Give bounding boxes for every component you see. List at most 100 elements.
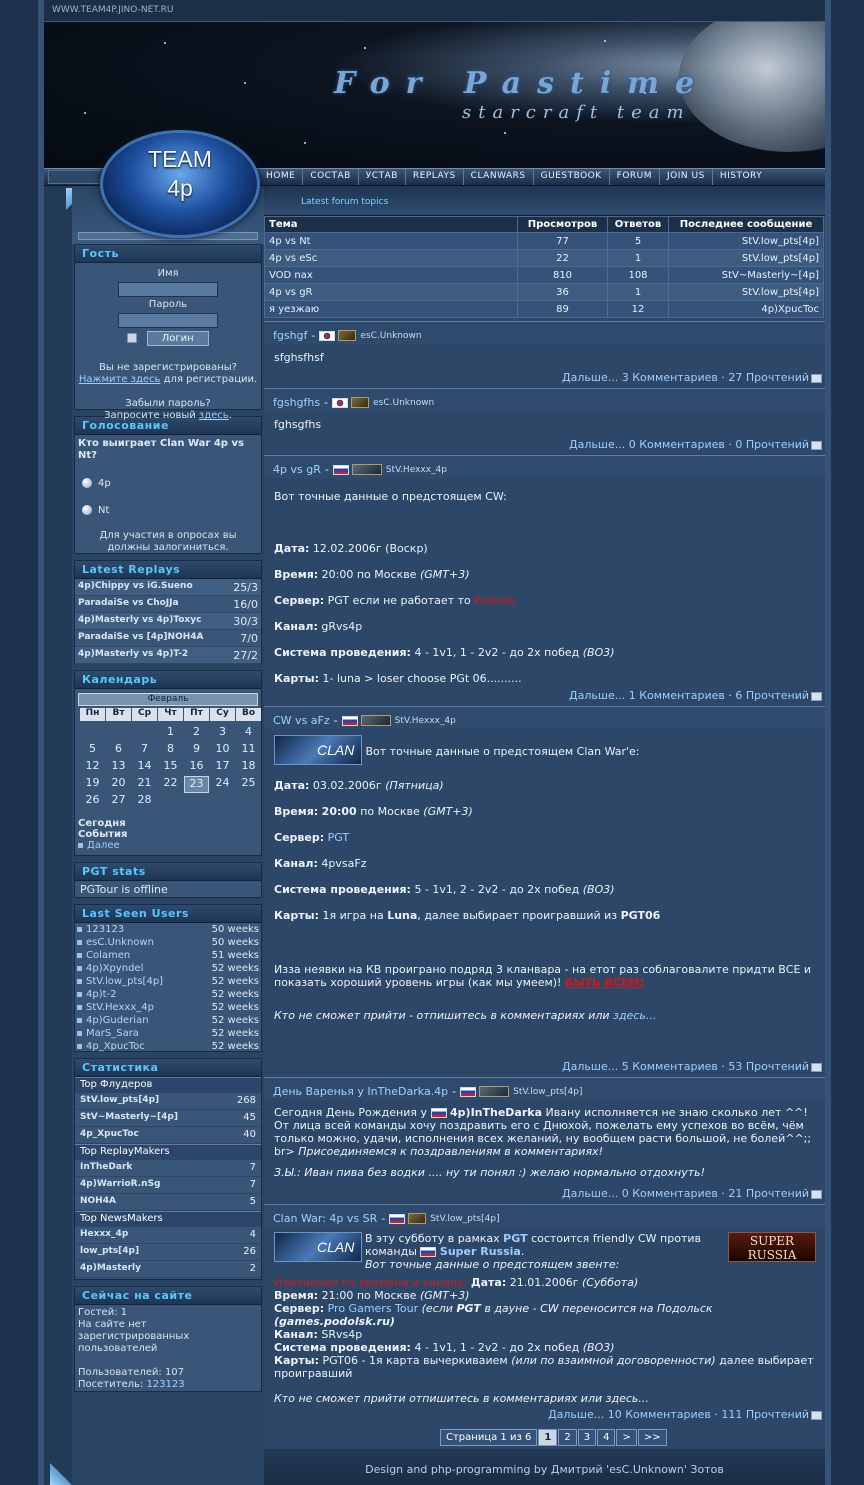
username-field[interactable] [118,282,218,297]
stat-name[interactable]: 4p)Masterly [80,1263,141,1277]
register-link[interactable]: Нажмите здесь [79,374,161,385]
nav-item-replays[interactable]: REPLAYS [404,169,463,185]
last-seen-user[interactable]: 4p)Guderian [77,1015,149,1028]
stat-name[interactable]: StV~Masterly~[4p] [80,1112,178,1126]
forum-topic-row[interactable]: я уезжаю 89 12 4p)XpucToc [264,300,824,318]
calendar-day[interactable]: 15 [158,759,183,776]
calendar-day[interactable]: 21 [132,776,157,793]
stat-name[interactable]: low_pts[4p] [80,1246,139,1260]
print-icon[interactable] [811,1189,822,1199]
replay-name[interactable]: 4p)Masterly vs 4p)Toxyc [78,615,201,629]
user-name[interactable]: 4p_XpucToc [86,1041,145,1052]
replay-name[interactable]: ParadaiSe vs [4p]NOH4A [78,632,204,646]
calendar-day[interactable]: 16 [184,759,209,776]
page-link[interactable]: 4 [597,1429,616,1446]
news-author[interactable]: esC.Unknown [373,398,434,408]
nav-item-join-us[interactable]: JOIN US [659,169,712,185]
replay-row[interactable]: 4p)Chippy vs iG.Sueno 25/3 [75,579,261,596]
last-post-author[interactable]: StV~Masterly~[4p] [668,266,824,284]
topic-link[interactable]: 4p vs eSc [264,249,518,267]
forum-topic-row[interactable]: VOD nax 810 108 StV~Masterly~[4p] [264,266,824,284]
last-seen-user[interactable]: MarS_Sara [77,1028,139,1041]
remember-checkbox[interactable] [127,333,138,343]
user-name[interactable]: MarS_Sara [86,1028,139,1039]
calendar-day[interactable]: 5 [80,742,105,759]
calendar-day[interactable]: 1 [158,725,183,742]
calendar-day[interactable]: 10 [210,742,235,759]
forum-topic-row[interactable]: 4p vs eSc 22 1 StV.low_pts[4p] [264,249,824,267]
comments-link[interactable]: 10 Комментариев [608,1408,711,1421]
nav-item-clanwars[interactable]: CLANWARS [462,169,533,185]
replay-row[interactable]: 4p)Masterly vs 4p)Toxyc 30/3 [75,613,261,630]
news-author[interactable]: StV.Hexxx_4p [395,716,456,726]
last-seen-user[interactable]: Colamen [77,950,130,963]
calendar-day[interactable]: 23 [184,776,209,793]
more-link[interactable]: Дальше... [562,1187,618,1200]
login-button[interactable]: Логин [146,331,209,346]
print-icon[interactable] [811,440,822,450]
last-seen-user[interactable]: StV.low_pts[4p] [77,976,163,989]
calendar-day[interactable]: 9 [184,742,209,759]
nav-item-состав[interactable]: СОСТАВ [302,169,357,185]
calendar-day[interactable]: 13 [106,759,131,776]
request-link[interactable]: здесь [199,410,229,421]
visitor-link[interactable]: 123123 [146,1379,184,1390]
news-title[interactable]: fgshgfhs [273,396,320,409]
stat-name[interactable]: NOH4A [80,1196,116,1210]
calendar-more-link[interactable]: Далее [87,840,120,851]
news-title[interactable]: День Варенья у InTheDarka.4p [273,1085,448,1098]
stat-name[interactable]: 4p)WarrioR.nSg [80,1179,161,1193]
nav-item-устав[interactable]: УСТАВ [357,169,405,185]
news-author[interactable]: StV.Hexxx_4p [386,465,447,475]
print-icon[interactable] [811,1062,822,1072]
calendar-day[interactable]: 8 [158,742,183,759]
calendar-day[interactable]: 28 [132,793,157,810]
stat-name[interactable]: Hexxx_4p [80,1229,128,1243]
last-post-author[interactable]: StV.low_pts[4p] [668,232,824,250]
calendar-day[interactable]: 25 [236,776,261,793]
calendar-day[interactable]: 24 [210,776,235,793]
team-logo[interactable]: TEAM 4p [100,130,260,238]
calendar-day[interactable]: 26 [80,793,105,810]
calendar-day[interactable]: 11 [236,742,261,759]
page-link[interactable]: >> [637,1429,667,1446]
topic-link[interactable]: VOD nax [264,266,518,284]
topic-link[interactable]: 4p vs Nt [264,232,518,250]
calendar-day[interactable]: 17 [210,759,235,776]
replay-row[interactable]: ParadaiSe vs [4p]NOH4A 7/0 [75,630,261,647]
page-current[interactable]: 1 [538,1429,558,1446]
last-seen-user[interactable]: StV.Hexxx_4p [77,1002,154,1015]
last-post-author[interactable]: StV.low_pts[4p] [668,249,824,267]
page-link[interactable]: > [616,1429,637,1446]
user-name[interactable]: Colamen [86,950,130,961]
replay-row[interactable]: ParadaiSe vs ChoJJa 16/0 [75,596,261,613]
user-name[interactable]: 4p)Xpyndel [86,963,143,974]
stat-name[interactable]: InTheDark [80,1162,132,1176]
forum-topic-row[interactable]: 4p vs Nt 77 5 StV.low_pts[4p] [264,232,824,250]
news-title[interactable]: Clan War: 4p vs SR [273,1212,377,1225]
last-seen-user[interactable]: esC.Unknown [77,937,154,950]
news-author[interactable]: StV.low_pts[4p] [430,1214,499,1224]
calendar-day[interactable]: 19 [80,776,105,793]
user-name[interactable]: 4p)Guderian [86,1015,149,1026]
calendar-day[interactable]: 20 [106,776,131,793]
here-link[interactable]: здесь... [613,1009,656,1022]
calendar-day[interactable]: 3 [210,725,235,742]
calendar-day[interactable]: 22 [158,776,183,793]
more-link[interactable]: Дальше... [562,371,618,384]
radio-icon[interactable] [82,505,92,515]
last-seen-user[interactable]: 123123 [77,924,124,937]
calendar-day[interactable]: 2 [184,725,209,742]
comments-link[interactable]: 1 Комментариев [629,689,725,702]
more-link[interactable]: Дальше... [562,1060,618,1073]
calendar-day[interactable]: 12 [80,759,105,776]
stat-name[interactable]: 4p_XpucToc [80,1129,139,1143]
last-post-author[interactable]: 4p)XpucToc [668,300,824,318]
user-name[interactable]: StV.Hexxx_4p [86,1002,154,1013]
topic-link[interactable]: я уезжаю [264,300,518,318]
nav-item-guestbook[interactable]: GUESTBOOK [532,169,609,185]
news-title[interactable]: fgshgf [273,329,307,342]
nav-item-home[interactable]: HOME [259,169,302,185]
comments-link[interactable]: 3 Комментариев [622,371,718,384]
replay-row[interactable]: 4p)Masterly vs 4p)T-2 27/2 [75,647,261,664]
